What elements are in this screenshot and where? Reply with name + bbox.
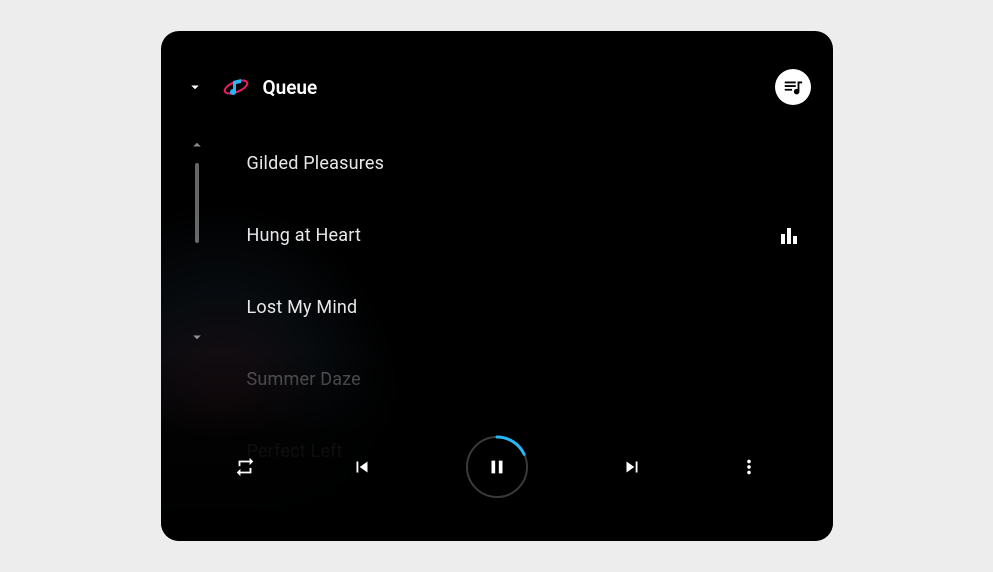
track-title: Lost My Mind <box>247 297 358 318</box>
track-title: Hung at Heart <box>247 225 362 246</box>
skip-previous-icon <box>351 456 373 478</box>
scrollbar-thumb[interactable] <box>195 163 199 243</box>
more-button[interactable] <box>735 453 763 481</box>
scroll-up-button[interactable] <box>187 135 207 155</box>
app-logo-icon <box>223 74 249 100</box>
repeat-button[interactable] <box>231 453 259 481</box>
chevron-up-icon <box>188 136 206 154</box>
track-title: Gilded Pleasures <box>247 153 385 174</box>
track-row[interactable]: Gilded Pleasures <box>161 127 833 199</box>
repeat-icon <box>234 456 256 478</box>
chevron-down-icon <box>188 328 206 346</box>
skip-next-icon <box>621 456 643 478</box>
page-title: Queue <box>263 76 318 99</box>
music-player-panel: Queue Gilded Pleasures Hung at Heart Los… <box>161 31 833 541</box>
track-row[interactable]: Lost My Mind <box>161 271 833 343</box>
track-title: Summer Daze <box>247 369 361 390</box>
track-row[interactable]: Hung at Heart <box>161 199 833 271</box>
equalizer-icon <box>781 226 797 244</box>
header-bar: Queue <box>161 69 833 105</box>
playback-controls <box>161 435 833 499</box>
play-pause-button[interactable] <box>465 435 529 499</box>
pause-icon <box>486 456 508 478</box>
next-button[interactable] <box>618 453 646 481</box>
previous-button[interactable] <box>348 453 376 481</box>
open-queue-button[interactable] <box>775 69 811 105</box>
playlist-music-icon <box>782 76 804 98</box>
track-row[interactable]: Summer Daze <box>161 343 833 415</box>
dots-vertical-icon <box>738 456 760 478</box>
scroll-down-button[interactable] <box>187 327 207 347</box>
chevron-down-icon <box>186 78 204 96</box>
collapse-button[interactable] <box>183 75 207 99</box>
